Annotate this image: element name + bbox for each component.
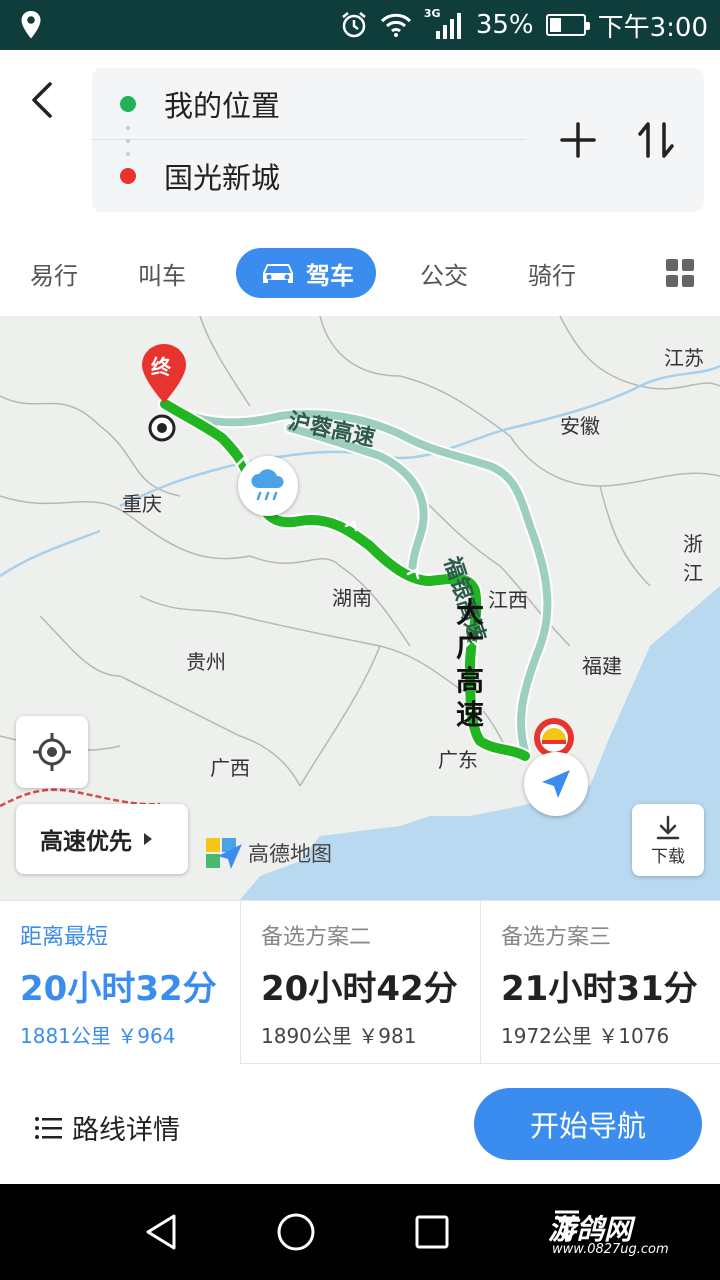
battery-icon xyxy=(545,14,590,36)
tab-taxi[interactable]: 叫车 xyxy=(132,248,192,298)
route-option-distance: 1972公里 xyxy=(501,1024,592,1048)
battery-percent: 35% xyxy=(475,10,534,40)
route-option-time: 20小时32分 xyxy=(20,969,217,1009)
tab-bus[interactable]: 公交 xyxy=(414,248,474,298)
route-option-distance: 1890公里 xyxy=(261,1024,352,1048)
clock: 下午3:00 xyxy=(597,12,708,43)
route-header: 我的位置 国光新城 xyxy=(0,50,720,230)
route-map[interactable]: 江苏 安徽 重庆 浙江 湖南 江西 贵州 福建 广西 广东 沪蓉高速 福银高速 … xyxy=(0,316,720,900)
route-option[interactable]: 备选方案二 20小时42分 1890公里 ￥981 xyxy=(240,901,480,1065)
province-label: 安徽 xyxy=(560,414,600,438)
status-bar: 3G 35% 下午3:00 xyxy=(0,0,720,50)
route-option-toll: ￥964 xyxy=(117,1024,176,1048)
destination-field[interactable]: 国光新城 xyxy=(92,140,526,212)
origin-dot-icon xyxy=(120,95,136,112)
route-option-toll: ￥1076 xyxy=(598,1024,670,1048)
route-options: 距离最短 20小时32分 1881公里 ￥964 备选方案二 20小时42分 1… xyxy=(0,900,720,1065)
weather-marker[interactable] xyxy=(238,456,298,516)
home-circle-icon[interactable] xyxy=(276,1212,316,1252)
watermark-url: www.0827ug.com xyxy=(552,1242,669,1257)
current-location-marker xyxy=(524,752,588,816)
province-label: 贵州 xyxy=(186,650,226,674)
locate-button[interactable] xyxy=(16,716,88,788)
location-icon xyxy=(21,11,41,39)
recent-apps-icon[interactable] xyxy=(414,1212,450,1252)
amap-logo: 高德地图 xyxy=(204,836,332,870)
route-option-distance: 1881公里 xyxy=(20,1024,111,1048)
add-waypoint-icon[interactable] xyxy=(554,116,602,164)
car-icon xyxy=(263,264,293,283)
route-option[interactable]: 距离最短 20小时32分 1881公里 ￥964 xyxy=(0,901,240,1065)
route-option-name: 备选方案三 xyxy=(501,925,612,950)
origin-field[interactable]: 我的位置 xyxy=(92,68,526,140)
route-input-box: 我的位置 国光新城 xyxy=(92,68,704,212)
wifi-icon xyxy=(380,13,411,37)
destination-text: 国光新城 xyxy=(164,161,281,195)
province-label: 湖南 xyxy=(332,586,372,610)
route-preference-button[interactable]: 高速优先 xyxy=(16,804,188,874)
province-label: 重庆 xyxy=(122,492,162,516)
travel-mode-tabs: 易行 叫车 驾车 公交 骑行 xyxy=(0,230,720,316)
province-label: 浙江 xyxy=(683,532,703,585)
rain-cloud-icon xyxy=(251,469,284,501)
amap-logo-icon xyxy=(206,838,242,869)
system-nav-bar: 游鸽网 www.0827ug.com xyxy=(0,1184,720,1280)
triangle-right-icon xyxy=(144,833,152,845)
start-navigation-button[interactable]: 开始导航 xyxy=(474,1088,702,1160)
back-triangle-icon[interactable] xyxy=(142,1212,180,1252)
route-option-name: 距离最短 xyxy=(20,925,109,950)
action-bar: 路线详情 开始导航 xyxy=(0,1064,720,1184)
crosshair-icon xyxy=(33,733,71,771)
alarm-icon xyxy=(342,12,366,38)
tab-drive[interactable]: 驾车 xyxy=(236,248,376,298)
end-marker-label: 终 xyxy=(151,355,171,379)
road-label: 大广高速 xyxy=(456,596,485,731)
destination-dot-icon xyxy=(120,168,136,184)
destination-marker[interactable]: 终 xyxy=(138,342,190,452)
route-details-button[interactable]: 路线详情 xyxy=(34,1108,180,1147)
more-modes-icon[interactable] xyxy=(665,258,695,288)
route-option-time: 21小时31分 xyxy=(501,969,698,1009)
navigation-arrow-icon xyxy=(542,770,570,798)
tab-bike[interactable]: 骑行 xyxy=(522,248,582,298)
province-label: 广东 xyxy=(438,748,478,772)
offline-download-button[interactable]: 下载 xyxy=(632,804,704,876)
tab-easy[interactable]: 易行 xyxy=(24,248,84,298)
province-label: 广西 xyxy=(210,756,250,780)
download-icon xyxy=(656,815,680,839)
list-icon xyxy=(35,1116,62,1139)
swap-icon[interactable] xyxy=(632,116,680,164)
origin-text: 我的位置 xyxy=(164,88,281,123)
route-option-name: 备选方案二 xyxy=(261,925,372,950)
province-label: 江苏 xyxy=(664,346,704,370)
route-option-toll: ￥981 xyxy=(358,1024,417,1048)
province-label: 江西 xyxy=(488,588,528,612)
route-option[interactable]: 备选方案三 21小时31分 1972公里 ￥1076 xyxy=(480,901,720,1065)
province-label: 福建 xyxy=(582,654,622,678)
signal-icon: 3G xyxy=(424,7,464,43)
back-arrow-icon[interactable] xyxy=(24,78,64,122)
route-option-time: 20小时42分 xyxy=(261,969,458,1009)
